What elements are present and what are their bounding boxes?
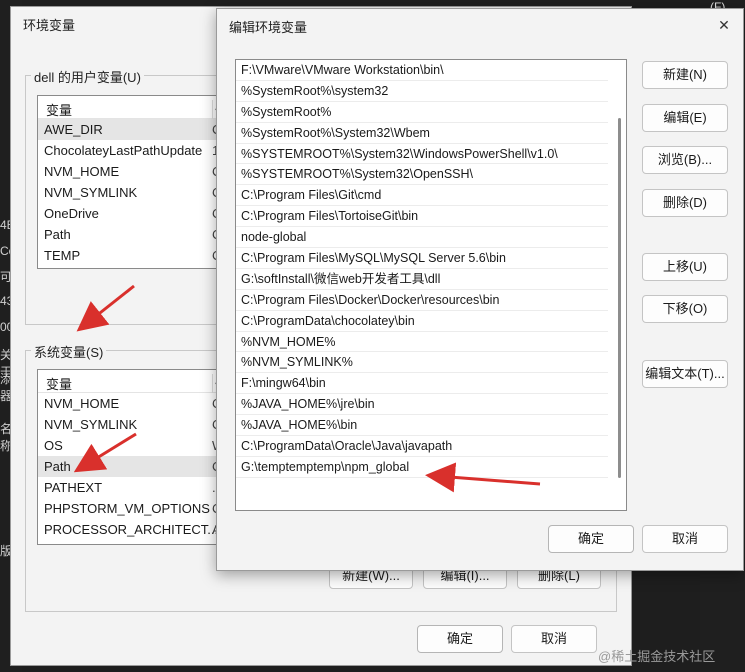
arrow-to-user-path xyxy=(76,284,135,332)
annotation-arrows xyxy=(73,284,541,493)
watermark: @稀土掘金技术社区 xyxy=(598,649,716,664)
arrow-to-system-path xyxy=(73,432,137,473)
arrow-to-new-path xyxy=(425,462,541,493)
